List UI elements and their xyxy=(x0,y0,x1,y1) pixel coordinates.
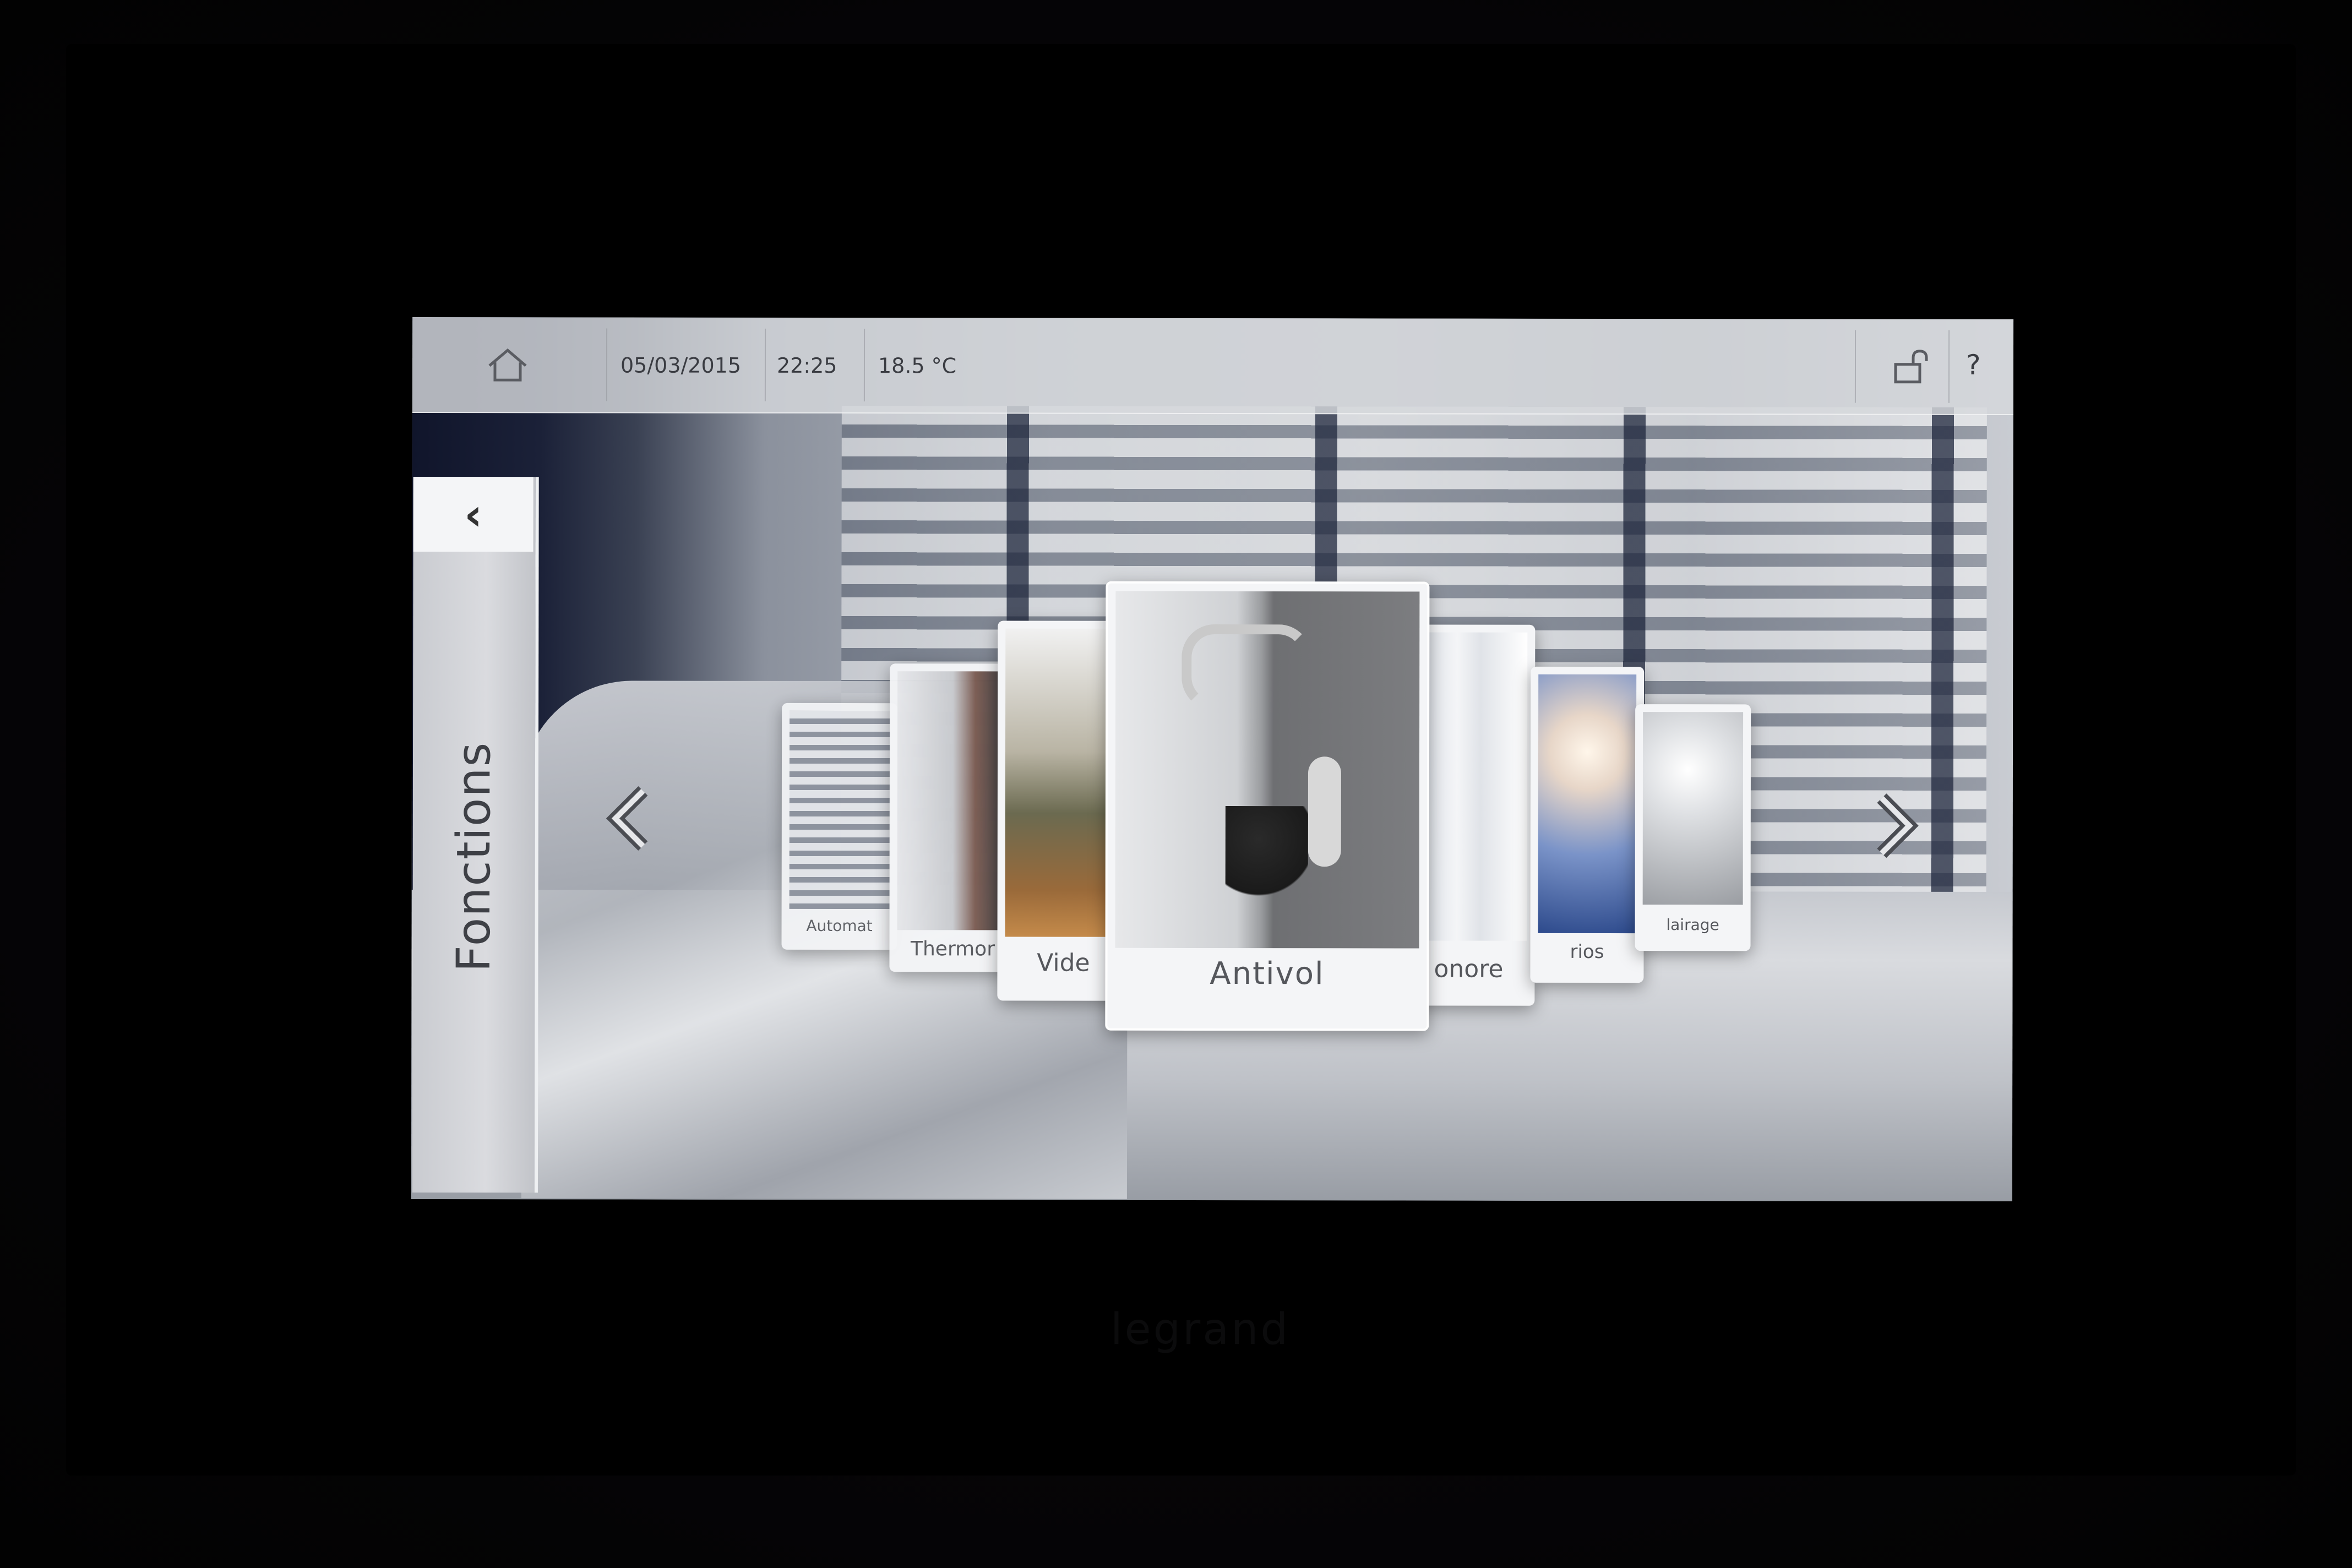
keyplate-graphic xyxy=(1308,756,1342,867)
divider xyxy=(606,328,608,401)
divider xyxy=(764,328,766,401)
card-label: lairage xyxy=(1666,916,1719,934)
card-label: rios xyxy=(1570,940,1604,963)
unlock-icon[interactable] xyxy=(1888,344,1935,391)
date-display: 05/03/2015 xyxy=(620,353,742,378)
home-icon[interactable] xyxy=(484,341,531,389)
card-label: Automat xyxy=(806,916,873,935)
time-display: 22:25 xyxy=(776,353,837,378)
card-label: Antivol xyxy=(1210,955,1325,992)
back-button[interactable]: ‹ xyxy=(413,476,533,552)
card-image xyxy=(789,710,890,910)
status-bar: 05/03/2015 22:25 18.5 °C ? xyxy=(412,317,2014,416)
divider xyxy=(1948,330,1950,403)
card-image xyxy=(1642,712,1744,905)
chevron-left-icon xyxy=(606,786,648,851)
device-bezel: legrand 05/03/2015 22:25 18.5 °C ? ‹ Fon… xyxy=(0,0,2352,1568)
brand-logo: legrand xyxy=(1110,1305,1290,1354)
help-button[interactable]: ? xyxy=(1966,346,1981,384)
functions-panel: ‹ Fonctions xyxy=(412,476,539,1193)
carousel-prev-button[interactable] xyxy=(599,785,660,851)
touch-screen: 05/03/2015 22:25 18.5 °C ? ‹ Fonctions A… xyxy=(411,317,2014,1202)
chevron-right-icon xyxy=(1877,793,1919,858)
card-image xyxy=(1005,628,1123,937)
carousel-next-button[interactable] xyxy=(1865,793,1926,859)
divider xyxy=(863,329,865,402)
temperature-display: 18.5 °C xyxy=(878,353,957,378)
door-handle-graphic xyxy=(1182,624,1312,711)
carousel-card-lighting[interactable]: lairage xyxy=(1635,704,1751,951)
chevron-left-icon: ‹ xyxy=(464,488,483,540)
carousel-card-scenarios[interactable]: rios xyxy=(1530,666,1645,983)
card-image xyxy=(897,671,1009,930)
panel-title: Fonctions xyxy=(446,741,501,972)
divider xyxy=(1854,330,1856,403)
card-image xyxy=(1115,591,1420,949)
carousel-card-antivol[interactable]: Antivol xyxy=(1105,581,1430,1031)
card-image xyxy=(1538,674,1637,934)
panel-title-wrap: Fonctions xyxy=(423,741,523,972)
carousel-card-automations[interactable]: Automat xyxy=(781,703,898,950)
keys-graphic xyxy=(1225,806,1308,917)
